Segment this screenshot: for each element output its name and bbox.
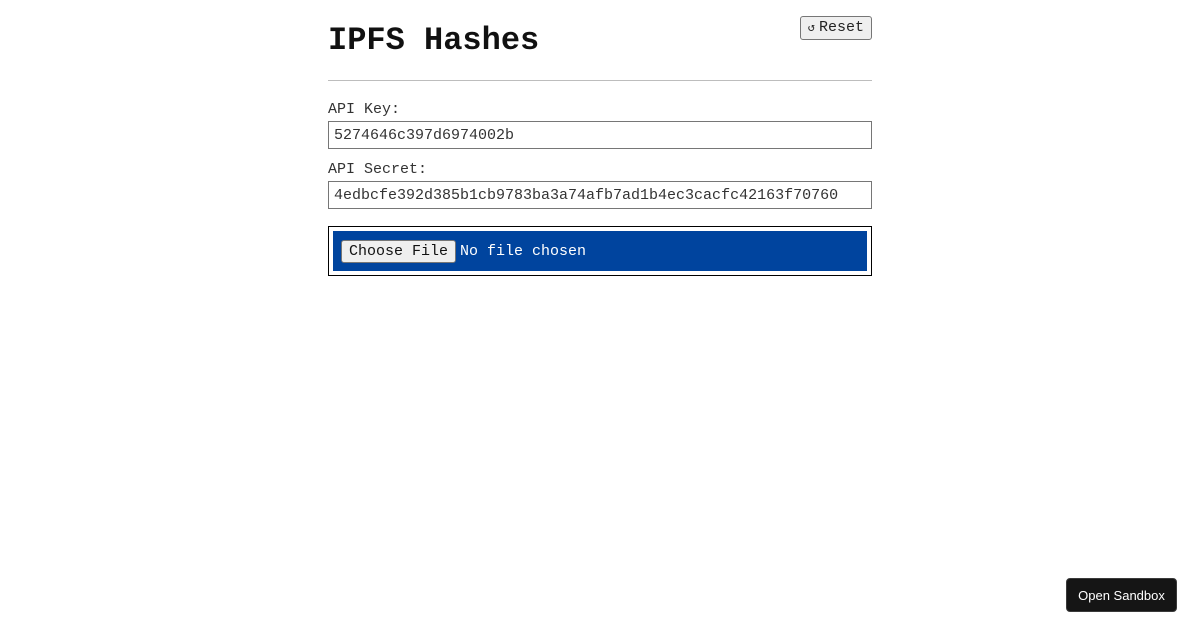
api-key-input[interactable] <box>328 121 872 149</box>
reset-label: Reset <box>818 19 864 36</box>
page-title: IPFS Hashes <box>328 22 540 59</box>
reset-button[interactable]: ↺ Reset <box>799 16 872 40</box>
api-secret-input[interactable] <box>328 181 872 209</box>
choose-file-button[interactable]: Choose File <box>341 239 457 263</box>
file-upload-panel: Choose File No file chosen <box>328 226 872 276</box>
file-status-text: No file chosen <box>460 242 587 260</box>
page-header: IPFS Hashes ↺ Reset <box>328 0 872 81</box>
api-secret-label: API Secret: <box>328 161 428 178</box>
app-container: IPFS Hashes ↺ Reset API Key: API Secret:… <box>328 0 872 276</box>
open-sandbox-button[interactable]: Open Sandbox <box>1066 578 1177 612</box>
file-input[interactable]: Choose File No file chosen <box>333 231 867 271</box>
reset-icon: ↺ <box>807 21 815 35</box>
api-key-label: API Key: <box>328 101 401 118</box>
